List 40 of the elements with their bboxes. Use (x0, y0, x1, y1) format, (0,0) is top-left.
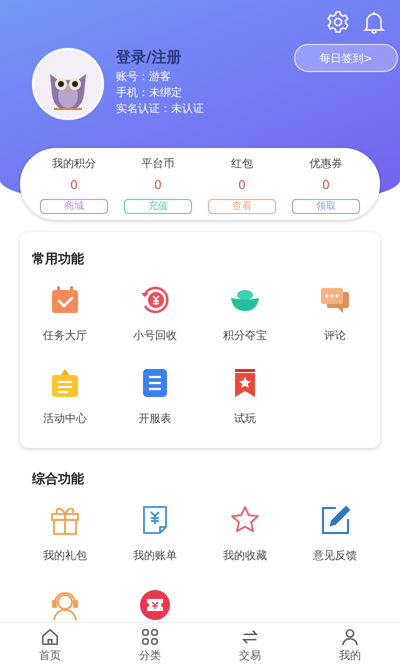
function-label[interactable]: 我的账单 (133, 548, 177, 563)
function-label[interactable]: 小号回收 (133, 328, 177, 343)
stat-label: 优惠券 (310, 156, 342, 171)
nav-tab[interactable]: 我的 (300, 623, 400, 667)
swap-icon (241, 628, 259, 646)
function-label[interactable]: 我的礼包 (43, 548, 87, 563)
function-label[interactable]: 试玩 (234, 411, 256, 426)
stat-label: 我的积分 (52, 156, 96, 171)
coin-cycle-icon[interactable] (139, 284, 171, 316)
section-title: 常用功能 (32, 251, 85, 268)
function-label[interactable]: 我的收藏 (223, 548, 267, 563)
grid-icon (141, 628, 159, 646)
verification-text: 实名认证：未认证 (116, 101, 204, 116)
person-icon (341, 628, 359, 646)
stat-label: 平台币 (142, 156, 174, 171)
stat-label: 红包 (231, 156, 253, 171)
function-label[interactable]: 意见反馈 (313, 548, 357, 563)
nav-tab[interactable]: 交易 (200, 623, 300, 667)
headset-icon[interactable] (49, 589, 81, 621)
phone-text: 手机：未绑定 (116, 85, 183, 100)
function-label[interactable]: 活动中心 (43, 411, 87, 426)
function-label[interactable]: 积分夺宝 (223, 328, 267, 343)
home-icon (41, 628, 59, 646)
function-label[interactable]: 开服表 (138, 411, 172, 426)
account-text: 账号：游客 (116, 69, 172, 84)
stat-value: 0 (238, 178, 246, 192)
stat-value: 0 (322, 178, 330, 192)
function-label[interactable]: 任务大厅 (43, 328, 87, 343)
settings-icon[interactable] (326, 10, 350, 34)
calendar-check-icon[interactable] (49, 284, 81, 316)
stat-value: 0 (70, 178, 78, 192)
ticket-icon[interactable] (139, 589, 171, 621)
nav-tab[interactable]: 分类 (100, 623, 200, 667)
section-title: 综合功能 (32, 470, 85, 488)
bell-icon[interactable] (362, 10, 386, 34)
notice-board-icon[interactable] (49, 367, 81, 399)
function-label[interactable]: 评论 (324, 328, 346, 343)
edit-icon[interactable] (319, 504, 351, 536)
stat-value: 0 (154, 178, 162, 192)
nav-tab[interactable]: 首页 (0, 623, 100, 667)
